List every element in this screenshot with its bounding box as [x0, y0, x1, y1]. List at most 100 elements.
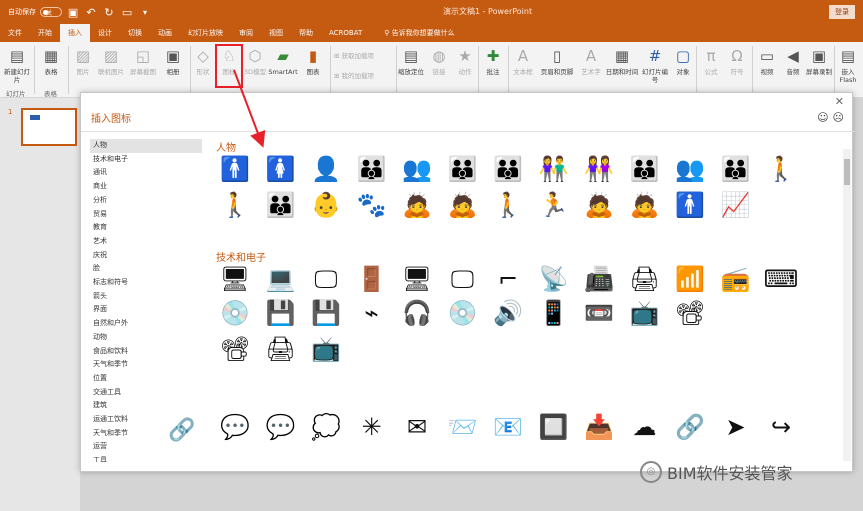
tab-home[interactable]: 开始 — [30, 24, 60, 42]
meeting-icon[interactable]: 👥 — [397, 155, 437, 183]
redo-icon[interactable]: ↻ — [102, 6, 116, 19]
user-icon[interactable]: 👤 — [306, 155, 346, 183]
thought-bubble-icon[interactable]: 💭 — [306, 413, 346, 441]
envelope-icon[interactable]: ✉ — [397, 413, 437, 441]
playing-icon[interactable]: 🙇 — [625, 191, 665, 219]
vinyl-icon[interactable]: 💿 — [443, 299, 483, 327]
crowd-icon[interactable]: 👪 — [443, 155, 483, 183]
radio-icon[interactable]: 📻 — [716, 265, 756, 293]
paper-plane-icon[interactable]: ➤ — [716, 413, 756, 441]
nursing-icon[interactable]: 🙇 — [579, 191, 619, 219]
table-button[interactable]: ▦ 表格 — [36, 46, 66, 76]
category-item[interactable]: 动物 — [90, 331, 202, 345]
people-row-icon[interactable]: 👪 — [716, 155, 756, 183]
caregiver-icon[interactable]: 🙇 — [397, 191, 437, 219]
tab-view[interactable]: 视图 — [261, 24, 291, 42]
category-item[interactable]: 教育 — [90, 221, 202, 235]
standing-icon[interactable]: 🚹 — [670, 191, 710, 219]
slide-number-button[interactable]: # 幻灯片编号 — [640, 46, 670, 84]
close-icon[interactable]: ✕ — [835, 95, 844, 108]
father-child-icon[interactable]: 🚶 — [215, 191, 255, 219]
monitor-icon[interactable]: 🖵 — [306, 265, 346, 293]
typewriter-icon[interactable]: ⌨ — [761, 265, 801, 293]
category-item[interactable]: 通讯 — [90, 166, 202, 180]
device-icon[interactable]: 🖨 — [261, 335, 301, 363]
smartart-button[interactable]: ▰ SmartArt — [268, 46, 298, 76]
open-mail-icon[interactable]: 📨 — [443, 413, 483, 441]
cloud-download-icon[interactable]: ☁ — [625, 413, 665, 441]
gallery-scrollbar[interactable] — [843, 149, 851, 461]
chat-icon[interactable]: 💬 — [261, 413, 301, 441]
floppy-disk-icon[interactable]: 💾 — [261, 299, 301, 327]
man-icon[interactable]: 🚹 — [215, 155, 255, 183]
share-icon[interactable]: ↪ — [761, 413, 801, 441]
dvd-player-icon[interactable]: 📼 — [579, 299, 619, 327]
embed-flash-button[interactable]: ▤ 嵌入Flash — [834, 46, 862, 84]
headphones-icon[interactable]: 🎧 — [397, 299, 437, 327]
category-item[interactable]: 食品和饮料 — [90, 345, 202, 359]
tab-help[interactable]: 帮助 — [291, 24, 321, 42]
running-icon[interactable]: 🏃 — [534, 191, 574, 219]
group-icon[interactable]: 👪 — [352, 155, 392, 183]
new-slide-button[interactable]: ▤ 新建幻灯片 — [2, 46, 32, 84]
slide-thumbnail[interactable] — [21, 108, 77, 146]
crawling-baby-icon[interactable]: 🐾 — [352, 191, 392, 219]
undo-icon[interactable]: ↶ — [84, 6, 98, 19]
screenshot-button[interactable]: ◱ 屏幕截图 — [128, 46, 158, 76]
picture-button[interactable]: ▨ 图片 — [68, 46, 98, 76]
remote-icon[interactable]: 📱 — [534, 299, 574, 327]
3d-model-button[interactable]: ⬡ 3D模型 — [240, 46, 270, 76]
tab-animations[interactable]: 动画 — [150, 24, 180, 42]
category-item[interactable]: 箭头 — [90, 290, 202, 304]
screen-stand-icon[interactable]: 🖥 — [397, 265, 437, 293]
category-item[interactable]: 技术和电子 — [90, 153, 202, 167]
email-at-icon[interactable]: 📧 — [488, 413, 528, 441]
category-item[interactable]: 脸 — [90, 262, 202, 276]
category-item[interactable]: 分析 — [90, 194, 202, 208]
zoom-button[interactable]: ▤ 缩放定位 — [396, 46, 426, 76]
download-icon[interactable]: 📥 — [579, 413, 619, 441]
projector-screen-icon[interactable]: 📽 — [670, 299, 710, 327]
cd-icon[interactable]: 💿 — [215, 299, 255, 327]
walking-icon[interactable]: 🚶 — [488, 191, 528, 219]
baby-icon[interactable]: 👶 — [306, 191, 346, 219]
frame-icon[interactable]: ⌐ — [488, 265, 528, 293]
frown-icon[interactable]: ☹ — [833, 111, 844, 124]
category-item[interactable]: 标志和符号 — [90, 276, 202, 290]
team-icon[interactable]: 👪 — [488, 155, 528, 183]
category-item[interactable]: 商业 — [90, 180, 202, 194]
router-antenna-icon[interactable]: 📡 — [534, 265, 574, 293]
autosave-toggle[interactable] — [40, 7, 62, 17]
symbol-button[interactable]: Ω 符号 — [722, 46, 752, 76]
tell-me-search[interactable]: ⚲ 告诉我你想要做什么 — [384, 28, 454, 38]
tab-transitions[interactable]: 切换 — [120, 24, 150, 42]
parent-child-icon[interactable]: 🚶 — [761, 155, 801, 183]
screen-record-button[interactable]: ▣ 屏幕录制 — [804, 46, 834, 76]
laptop-icon[interactable]: 💻 — [261, 265, 301, 293]
tab-review[interactable]: 审阅 — [231, 24, 261, 42]
header-footer-button[interactable]: ▯ 页眉和页脚 — [538, 46, 576, 76]
chart-button[interactable]: ▮ 图表 — [298, 46, 328, 76]
wordart-button[interactable]: A 艺术字 — [576, 46, 606, 76]
slideshow-icon[interactable]: ▭ — [120, 6, 134, 19]
desktop-computer-icon[interactable]: 🖥 — [215, 265, 255, 293]
online-picture-button[interactable]: ▨ 联机图片 — [96, 46, 126, 76]
tab-design[interactable]: 设计 — [90, 24, 120, 42]
crawl-icon[interactable]: 🙇 — [443, 191, 483, 219]
category-item[interactable]: 庆祝 — [90, 249, 202, 263]
save-icon[interactable]: ▣ — [66, 6, 80, 19]
speech-bubble-icon[interactable]: 💬 — [215, 413, 255, 441]
category-item[interactable]: 工具 — [90, 454, 202, 462]
chain-link-icon[interactable]: 🔗 — [168, 418, 195, 443]
security-gate-icon[interactable]: 🚪 — [352, 265, 392, 293]
tab-file[interactable]: 文件 — [0, 24, 30, 42]
object-button[interactable]: ▢ 对象 — [668, 46, 698, 76]
presentation-icon[interactable]: 📈 — [716, 191, 756, 219]
network-icon[interactable]: ✳ — [352, 413, 392, 441]
comment-button[interactable]: ✚ 批注 — [478, 46, 508, 76]
link-icon[interactable]: 🔗 — [670, 413, 710, 441]
album-button[interactable]: ▣ 相册 — [158, 46, 188, 76]
category-item[interactable]: 建筑 — [90, 399, 202, 413]
wifi-router-icon[interactable]: 📶 — [670, 265, 710, 293]
customize-qat-icon[interactable]: ▾ — [138, 8, 152, 17]
